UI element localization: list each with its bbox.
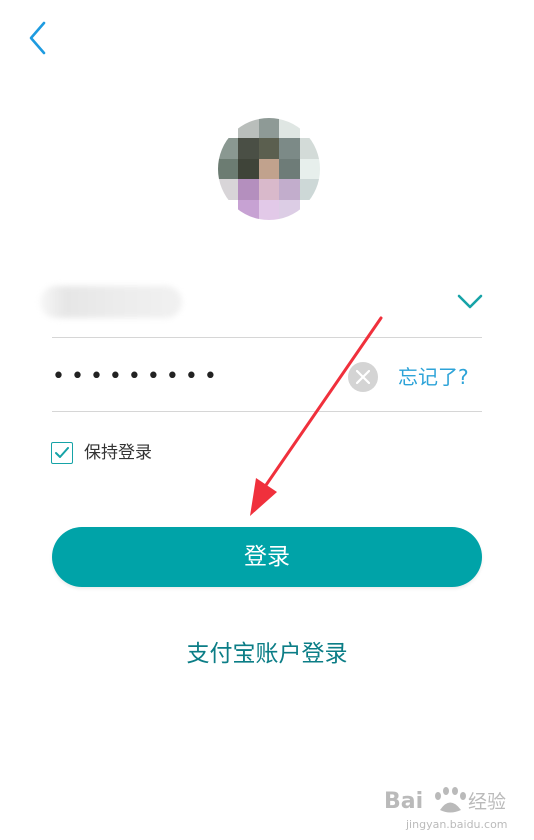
avatar-pixel — [218, 199, 239, 220]
avatar-pixel — [258, 118, 280, 139]
avatar-pixel — [218, 138, 239, 159]
avatar — [218, 118, 320, 220]
password-field[interactable] — [52, 350, 338, 402]
avatar-pixel — [299, 179, 320, 200]
svg-text:Bai: Bai — [384, 789, 423, 814]
avatar-pixel — [238, 199, 259, 220]
avatar-pixel — [279, 138, 300, 159]
avatar-pixel — [258, 158, 280, 180]
svg-text:经验: 经验 — [468, 791, 506, 813]
avatar-pixel — [258, 138, 280, 159]
avatar-pixel — [299, 199, 320, 220]
account-dropdown-button[interactable] — [454, 288, 486, 316]
chevron-left-icon — [29, 21, 46, 55]
avatar-pixel — [258, 199, 280, 220]
avatar-pixel — [238, 158, 259, 180]
login-button[interactable]: 登录 — [52, 527, 482, 587]
clear-icon — [356, 370, 370, 384]
forgot-password-link[interactable]: 忘记了? — [398, 362, 469, 392]
avatar-pixel — [238, 118, 259, 139]
avatar-pixel — [279, 118, 300, 139]
avatar-pixel — [279, 199, 300, 220]
avatar-pixel — [238, 138, 259, 159]
avatar-pixel — [279, 158, 300, 180]
svg-text:jingyan.baidu.com: jingyan.baidu.com — [405, 818, 508, 831]
avatar-pixel — [218, 118, 239, 139]
remember-login-checkbox[interactable] — [51, 442, 73, 464]
account-divider — [52, 337, 482, 338]
checkmark-icon — [55, 447, 69, 458]
clear-password-button[interactable] — [348, 362, 378, 392]
avatar-pixel — [299, 138, 320, 159]
back-button[interactable] — [20, 18, 56, 58]
avatar-pixel — [238, 179, 259, 200]
avatar-pixel — [299, 118, 320, 139]
baidu-jingyan-watermark: Bai 经验 jingyan.baidu.com — [384, 787, 508, 831]
password-divider — [52, 411, 482, 412]
avatar-pixel — [299, 158, 320, 180]
remember-login-label: 保持登录 — [84, 443, 152, 463]
account-name-blurred — [40, 286, 182, 318]
avatar-pixel — [218, 179, 239, 200]
alipay-login-link[interactable]: 支付宝账户登录 — [0, 636, 534, 672]
avatar-pixel — [258, 179, 280, 200]
chevron-down-icon — [457, 294, 483, 309]
avatar-pixel — [279, 179, 300, 200]
avatar-pixel — [218, 158, 239, 180]
